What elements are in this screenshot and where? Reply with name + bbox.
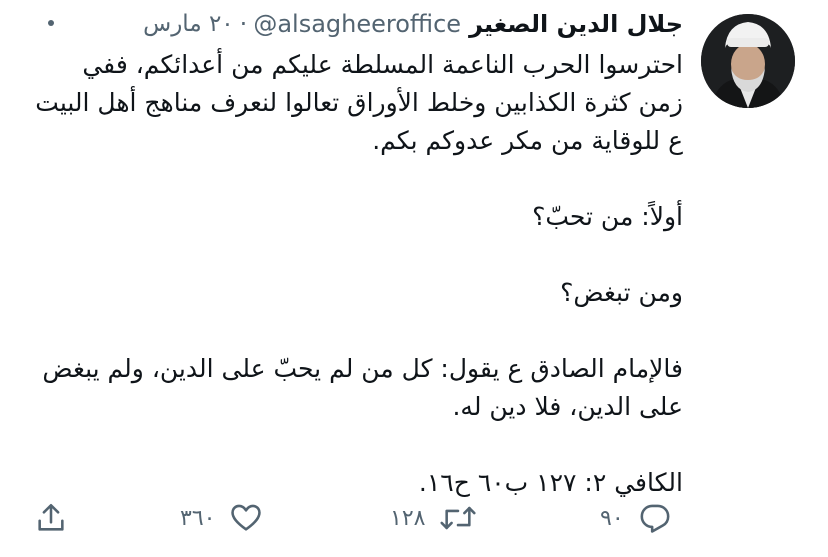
author-handle[interactable]: @alsagheeroffice	[253, 10, 461, 38]
tweet-date[interactable]: ٢٠ مارس	[143, 11, 234, 37]
reply-count: ٩٠	[600, 505, 624, 531]
reply-button[interactable]: ٩٠	[600, 496, 672, 540]
tweet-paragraph: فالإمام الصادق ع يقول: كل من لم يحبّ على…	[42, 354, 683, 421]
more-options-button[interactable]	[26, 8, 76, 38]
retweet-count: ١٢٨	[390, 505, 426, 531]
avatar-image	[701, 14, 795, 108]
share-icon	[38, 503, 64, 531]
author-name[interactable]: جلال الدين الصغير	[469, 10, 683, 38]
heart-icon	[231, 504, 262, 531]
retweet-button[interactable]: ١٢٨	[390, 496, 477, 540]
retweet-icon	[440, 506, 477, 530]
tweet-header: جلال الدين الصغير @alsagheeroffice · ٢٠ …	[30, 6, 683, 42]
like-count: ٣٦٠	[180, 505, 216, 531]
tweet-paragraph: احترسوا الحرب الناعمة المسلطة عليكم من أ…	[35, 50, 683, 155]
more-horizontal-icon	[48, 20, 54, 26]
share-button[interactable]	[34, 496, 68, 540]
like-button[interactable]: ٣٦٠	[180, 496, 263, 540]
tweet-text: احترسوا الحرب الناعمة المسلطة عليكم من أ…	[33, 46, 683, 502]
tweet-actions: ٣٦٠ ١٢٨ ٩٠	[30, 496, 683, 540]
date-separator: ·	[239, 10, 248, 38]
avatar[interactable]	[701, 14, 795, 108]
reply-icon	[640, 504, 670, 533]
tweet-paragraph: ومن تبغض؟	[560, 278, 683, 307]
tweet-paragraph: أولاً: من تحبّ؟	[532, 202, 683, 231]
